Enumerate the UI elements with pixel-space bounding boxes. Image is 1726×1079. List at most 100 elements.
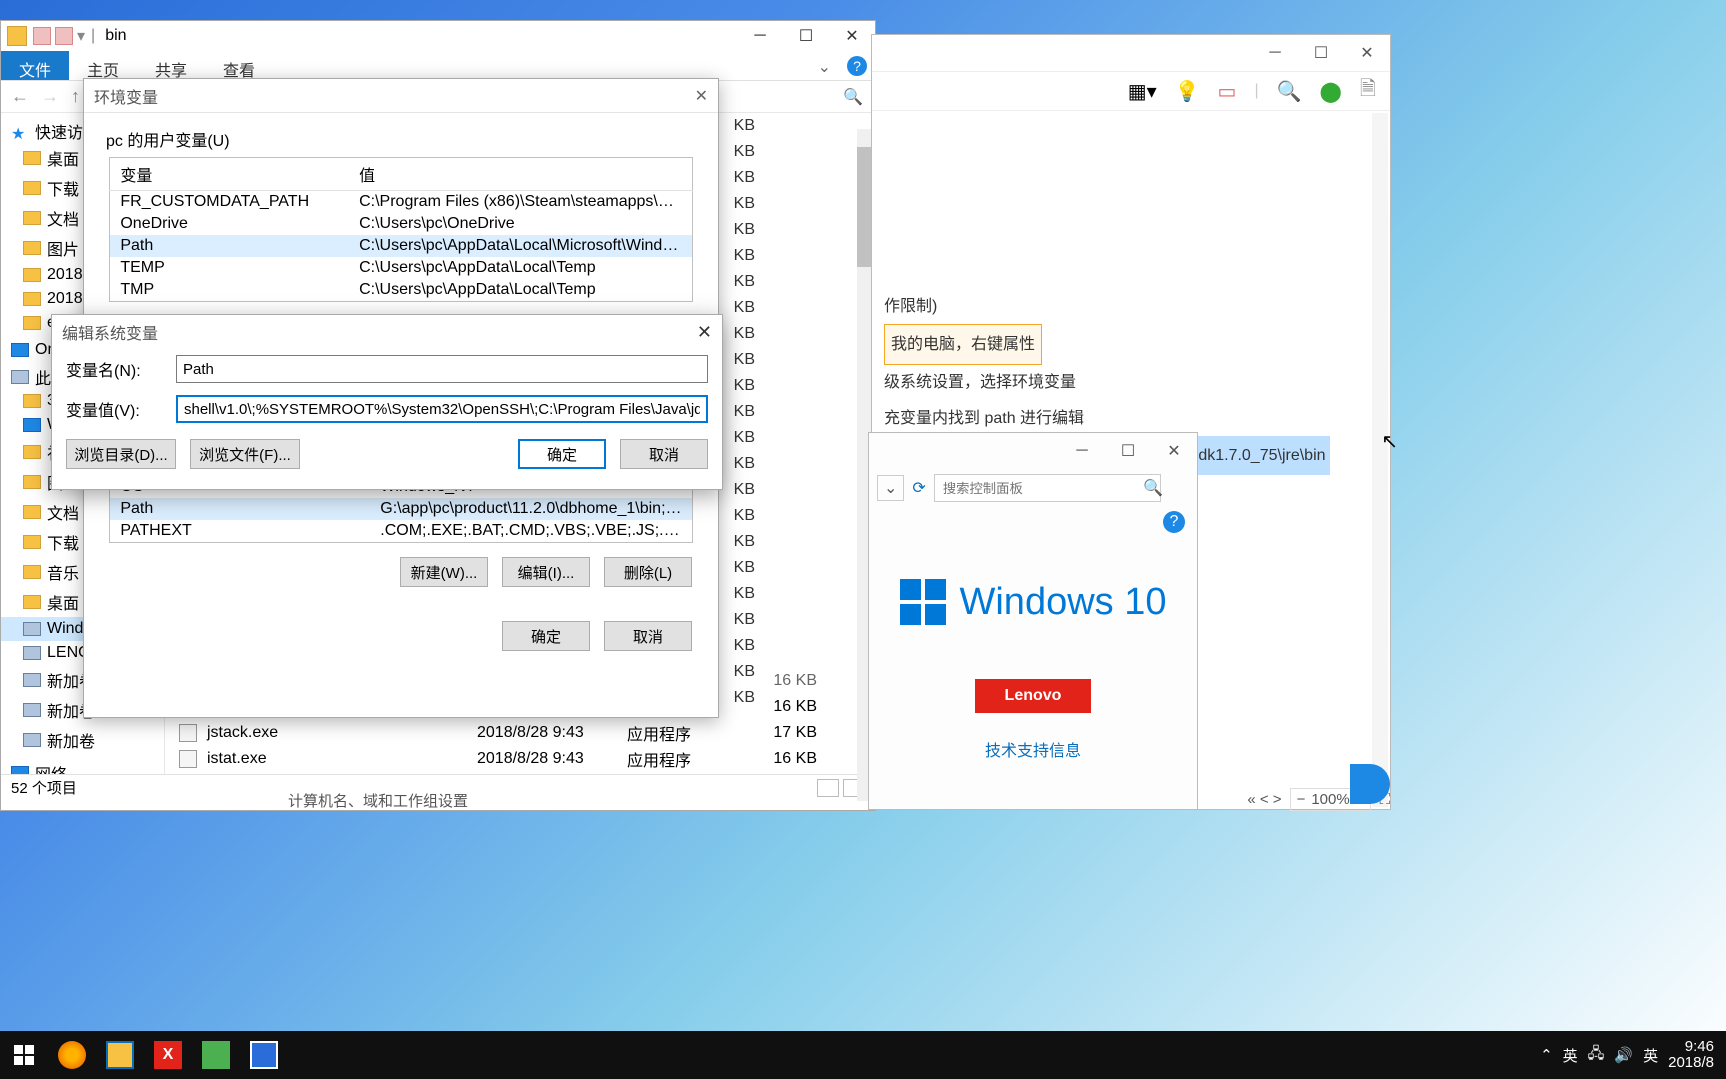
new-button[interactable]: 新建(W)... bbox=[400, 557, 488, 587]
size-column-partial: KBKBKB KBKBKB KBKBKB KBKBKB KBKBKB KBKBK… bbox=[734, 113, 755, 711]
variable-name-label: 变量名(N): bbox=[66, 357, 162, 381]
quick-access-toolbar[interactable] bbox=[33, 27, 73, 45]
start-button[interactable] bbox=[0, 1031, 48, 1079]
editdlg-titlebar[interactable]: 编辑系统变量 ✕ bbox=[52, 315, 722, 349]
zoom-out-button[interactable]: − bbox=[1297, 791, 1306, 808]
search-icon[interactable]: 🔍 bbox=[1143, 478, 1163, 498]
editdlg-title: 编辑系统变量 bbox=[62, 320, 158, 344]
table-row[interactable]: PathC:\Users\pc\AppData\Local\Microsoft\… bbox=[110, 235, 692, 257]
clock[interactable]: 9:46 2018/8 bbox=[1668, 1039, 1714, 1072]
close-button[interactable]: ✕ bbox=[1344, 35, 1390, 71]
back-button[interactable]: ← bbox=[11, 86, 29, 107]
ribbon-tab-view[interactable]: 查看 bbox=[205, 51, 273, 80]
ok-button[interactable]: 确定 bbox=[502, 621, 590, 651]
ribbon-tab-share[interactable]: 共享 bbox=[137, 51, 205, 80]
close-button[interactable]: ✕ bbox=[1151, 433, 1197, 469]
page-icon[interactable]: 🗎 bbox=[1360, 74, 1376, 108]
table-row[interactable]: TEMPC:\Users\pc\AppData\Local\Temp bbox=[110, 257, 692, 279]
variable-value-label: 变量值(V): bbox=[66, 397, 162, 421]
text-line: 充变量内找到 path 进行编辑 bbox=[884, 401, 1378, 436]
minimize-button[interactable]: ─ bbox=[1059, 433, 1105, 469]
network-section[interactable]: 网络 bbox=[1, 761, 164, 774]
ribbon-tab-home[interactable]: 主页 bbox=[69, 51, 137, 80]
accent-blob bbox=[1350, 764, 1390, 804]
table-row[interactable]: OneDriveC:\Users\pc\OneDrive bbox=[110, 213, 692, 235]
system-tray[interactable]: ⌃ 英 🖧 🔊 英 9:46 2018/8 bbox=[1540, 1039, 1726, 1072]
help-icon[interactable]: ? bbox=[1163, 511, 1185, 533]
breadcrumb-dropdown[interactable]: ⌄ bbox=[877, 475, 904, 501]
control-panel-search[interactable] bbox=[934, 474, 1161, 502]
system-about-window: ─ ☐ ✕ ⌄ ⟳ 🔍 ? Windows 10 Lenovo 技术支持信息 bbox=[868, 432, 1198, 810]
delete-button[interactable]: 删除(L) bbox=[604, 557, 692, 587]
editor-scrollbar[interactable] bbox=[1372, 113, 1388, 807]
qat-dropdown-icon[interactable]: ▾ bbox=[77, 26, 85, 46]
maximize-button[interactable]: ☐ bbox=[1298, 35, 1344, 71]
cancel-button[interactable]: 取消 bbox=[604, 621, 692, 651]
exe-icon bbox=[179, 750, 197, 768]
slideshow-icon[interactable]: ▦▾ bbox=[1128, 79, 1157, 104]
forward-button[interactable]: → bbox=[41, 86, 59, 107]
item-count: 52 个项目 bbox=[11, 777, 77, 798]
taskbar-screen[interactable] bbox=[240, 1031, 288, 1079]
search-icon[interactable]: 🔍 bbox=[841, 85, 865, 109]
taskbar-app[interactable] bbox=[192, 1031, 240, 1079]
close-button[interactable]: ✕ bbox=[829, 21, 875, 51]
table-row[interactable]: TMPC:\Users\pc\AppData\Local\Temp bbox=[110, 279, 692, 302]
table-row[interactable]: FR_CUSTOMDATA_PATHC:\Program Files (x86)… bbox=[110, 191, 692, 214]
envdlg-title: 环境变量 bbox=[94, 84, 158, 108]
minimize-button[interactable]: ─ bbox=[1252, 35, 1298, 71]
browse-file-button[interactable]: 浏览文件(F)... bbox=[190, 439, 300, 469]
up-button[interactable]: ↑ bbox=[71, 86, 80, 107]
edit-button[interactable]: 编辑(I)... bbox=[502, 557, 590, 587]
ime-indicator[interactable]: 英 bbox=[1563, 1045, 1578, 1066]
cancel-button[interactable]: 取消 bbox=[620, 439, 708, 469]
maximize-button[interactable]: ☐ bbox=[783, 21, 829, 51]
text-line: 级系统设置，选择环境变量 bbox=[884, 365, 1378, 400]
taskbar: X ⌃ 英 🖧 🔊 英 9:46 2018/8 bbox=[0, 1031, 1726, 1079]
lenovo-logo: Lenovo bbox=[975, 679, 1091, 713]
ok-button[interactable]: 确定 bbox=[518, 439, 606, 469]
sidebar-item[interactable]: 新加卷 bbox=[1, 725, 164, 755]
file-row[interactable]: jstack.exe 2018/8/28 9:43 应用程序 17 KB bbox=[165, 720, 875, 746]
variable-value-input[interactable] bbox=[176, 395, 708, 423]
maximize-button[interactable]: ☐ bbox=[1105, 433, 1151, 469]
close-icon[interactable]: ✕ bbox=[697, 322, 712, 343]
search-icon[interactable]: 🔍 bbox=[1277, 79, 1302, 104]
table-row[interactable]: PATHEXT.COM;.EXE;.BAT;.CMD;.VBS;.VBE;.JS… bbox=[110, 520, 692, 543]
exe-icon bbox=[179, 724, 197, 742]
taskbar-xshell[interactable]: X bbox=[144, 1031, 192, 1079]
title-separator: | bbox=[91, 27, 95, 45]
taskbar-firefox[interactable] bbox=[48, 1031, 96, 1079]
text-line-highlighted: 我的电脑，右键属性 bbox=[884, 324, 1042, 365]
layout-icon[interactable]: ▭ bbox=[1218, 79, 1237, 104]
close-icon[interactable]: ✕ bbox=[695, 86, 708, 106]
share-icon[interactable]: ⬤ bbox=[1320, 79, 1342, 104]
minimize-button[interactable]: ─ bbox=[737, 21, 783, 51]
taskbar-file-explorer[interactable] bbox=[96, 1031, 144, 1079]
user-vars-table[interactable]: 变量值 FR_CUSTOMDATA_PATHC:\Program Files (… bbox=[109, 157, 692, 302]
col-header-var[interactable]: 变量 bbox=[110, 158, 349, 191]
col-header-val[interactable]: 值 bbox=[349, 158, 692, 191]
window-title: bin bbox=[105, 27, 126, 45]
chevrons-icon[interactable]: « < > bbox=[1247, 791, 1281, 808]
browse-dir-button[interactable]: 浏览目录(D)... bbox=[66, 439, 176, 469]
bulb-icon[interactable]: 💡 bbox=[1175, 79, 1200, 104]
ribbon-tab-file[interactable]: 文件 bbox=[1, 51, 69, 80]
windows-version-text: Windows 10 bbox=[960, 581, 1167, 624]
ime-indicator[interactable]: 英 bbox=[1643, 1045, 1658, 1066]
tray-chevron-icon[interactable]: ⌃ bbox=[1540, 1046, 1553, 1064]
windows-flag-icon bbox=[900, 579, 946, 625]
volume-icon[interactable]: 🔊 bbox=[1614, 1046, 1633, 1064]
table-row[interactable]: PathG:\app\pc\product\11.2.0\dbhome_1\bi… bbox=[110, 498, 692, 520]
ribbon-expand-icon[interactable]: ⌄ bbox=[810, 51, 839, 80]
network-icon[interactable]: 🖧 bbox=[1588, 1043, 1605, 1068]
refresh-icon[interactable]: ⟳ bbox=[912, 478, 925, 498]
windows-logo: Windows 10 bbox=[869, 579, 1197, 625]
file-row[interactable]: istat.exe 2018/8/28 9:43 应用程序 16 KB bbox=[165, 746, 875, 772]
help-icon[interactable]: ? bbox=[847, 56, 867, 76]
variable-name-input[interactable] bbox=[176, 355, 708, 383]
explorer-titlebar[interactable]: ▾ | bin ─ ☐ ✕ bbox=[1, 21, 875, 51]
user-vars-label: pc 的用户变量(U) bbox=[84, 113, 718, 157]
tech-support-link[interactable]: 技术支持信息 bbox=[869, 737, 1197, 761]
envdlg-titlebar[interactable]: 环境变量 ✕ bbox=[84, 79, 718, 113]
